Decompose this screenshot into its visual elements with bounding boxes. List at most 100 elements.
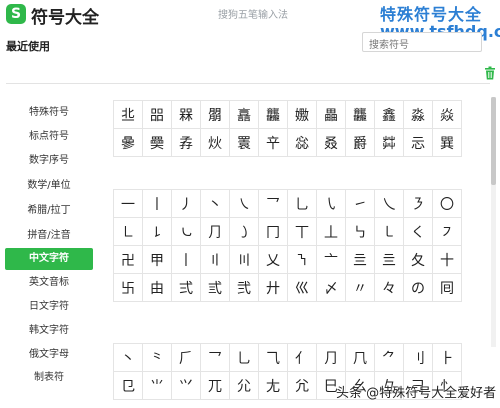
symbol-cell[interactable]: 叒 [316,128,346,157]
symbol-cell[interactable]: 〣 [229,245,259,274]
symbol-cell[interactable]: ⺆ [200,217,230,246]
symbol-cell[interactable]: 夂 [403,245,433,274]
symbol-cell[interactable]: 一 [113,189,143,218]
symbol-cell[interactable]: 丅 [287,217,317,246]
sidebar-item[interactable]: 数学/单位 [5,175,93,197]
symbol-cell[interactable]: ㇏ [229,189,259,218]
symbol-cell[interactable]: の [403,273,433,302]
symbol-cell[interactable]: 曑 [113,128,143,157]
sidebar-item[interactable]: 特殊符号 [5,102,93,124]
sidebar-item[interactable]: 韩文字符 [5,320,93,342]
symbol-cell[interactable]: 忈 [403,128,433,157]
symbol-cell[interactable]: ⺃ [229,343,259,372]
symbol-cell[interactable]: ㇗ [113,217,143,246]
symbol-cell[interactable]: 龘 [345,100,375,129]
sidebar-item[interactable]: 日文字符 [5,296,93,318]
symbol-cell[interactable]: ⺊ [432,343,462,372]
symbol-cell[interactable]: ⺀ [142,343,172,372]
symbol-cell[interactable]: 由 [142,273,172,302]
symbol-cell[interactable]: ⺂ [200,343,230,372]
search-box[interactable] [362,32,482,55]
symbol-cell[interactable]: 丠 [113,100,143,129]
symbol-cell[interactable]: ⺈ [374,343,404,372]
sidebar-item[interactable]: 拼音/注音 [5,225,93,247]
symbol-cell[interactable]: 〇 [432,189,462,218]
symbol-cell[interactable]: 卍 [113,245,143,274]
sidebar-item[interactable]: 希腊/拉丁 [5,200,93,222]
symbol-cell[interactable]: ㇃ [171,217,201,246]
symbol-cell[interactable]: ⺌ [142,371,172,400]
symbol-cell[interactable]: 亖 [345,245,375,274]
search-input[interactable] [363,36,481,55]
symbol-cell[interactable]: ⺉ [403,343,433,372]
symbol-cell[interactable]: 乛 [258,189,288,218]
symbol-cell[interactable]: 畾 [316,100,346,129]
symbol-cell[interactable]: ㇋ [403,189,433,218]
symbol-cell[interactable]: 乚 [287,189,317,218]
symbol-cell[interactable]: 瞏 [229,128,259,157]
symbol-cell[interactable]: 卐 [113,273,143,302]
symbol-cell[interactable]: 焱 [432,100,462,129]
symbol-cell[interactable]: 龘 [258,100,288,129]
symbol-cell[interactable]: 乂 [258,245,288,274]
symbol-cell[interactable]: 々 [374,273,404,302]
sidebar-item[interactable]: 标点符号 [5,126,93,148]
symbol-cell[interactable]: 㗊 [142,100,172,129]
symbol-cell[interactable]: ⺐ [258,371,288,400]
symbol-cell[interactable]: 甲 [142,245,172,274]
symbol-cell[interactable]: 十 [432,245,462,274]
symbol-cell[interactable]: ⺅ [287,343,317,372]
symbol-cell[interactable]: 亖 [374,245,404,274]
symbol-cell[interactable]: ㇁ [229,217,259,246]
symbol-cell[interactable]: 孨 [171,128,201,157]
symbol-cell[interactable]: 爵 [345,128,375,157]
symbol-cell[interactable]: 囘 [432,273,462,302]
symbol-cell[interactable]: 炏 [200,128,230,157]
symbol-cell[interactable]: ⺎ [200,371,230,400]
scrollbar-thumb[interactable] [491,97,496,185]
symbol-cell[interactable]: ⺆ [316,343,346,372]
symbol-cell[interactable]: ⺍ [171,371,201,400]
symbol-cell[interactable]: 丨 [142,189,172,218]
symbol-cell[interactable]: 弍 [171,273,201,302]
symbol-cell[interactable]: 譶 [229,100,259,129]
symbol-cell[interactable]: 〢 [200,245,230,274]
symbol-cell[interactable]: 巛 [287,273,317,302]
symbol-cell[interactable]: 朤 [200,100,230,129]
symbol-cell[interactable]: 茻 [374,128,404,157]
symbol-cell[interactable]: ⺁ [171,343,201,372]
symbol-cell[interactable]: 亠 [316,245,346,274]
symbol-cell[interactable]: ㇇ [432,217,462,246]
symbol-cell[interactable]: ㇄ [374,217,404,246]
symbol-cell[interactable]: 丿 [171,189,201,218]
symbol-cell[interactable]: ⺇ [345,343,375,372]
symbol-cell[interactable]: 奰 [142,128,172,157]
symbol-cell[interactable]: ㇂ [316,189,346,218]
symbol-cell[interactable]: 淼 [403,100,433,129]
symbol-cell[interactable]: く [403,217,433,246]
symbol-cell[interactable]: 巽 [432,128,462,157]
symbol-cell[interactable]: ⺄ [258,343,288,372]
sidebar-item[interactable]: 英文音标 [5,272,93,294]
symbol-cell[interactable]: ㇙ [142,217,172,246]
symbol-cell[interactable]: 丨 [171,245,201,274]
symbol-cell[interactable]: ㇉ [345,217,375,246]
sidebar-item[interactable]: 制表符 [5,367,93,389]
symbol-cell[interactable]: ㇀ [345,189,375,218]
symbol-cell[interactable]: 廾 [258,273,288,302]
symbol-cell[interactable]: 槑 [171,100,201,129]
sidebar-item[interactable]: 中文字符 [5,248,93,270]
symbol-cell[interactable]: ⺑ [287,371,317,400]
symbol-cell[interactable]: 冂 [258,217,288,246]
symbol-cell[interactable]: 惢 [287,128,317,157]
symbol-cell[interactable]: 乀 [374,189,404,218]
sidebar-item[interactable]: 俄文字母 [5,344,93,366]
symbol-cell[interactable]: ⺏ [229,371,259,400]
symbol-cell[interactable]: 䇂 [258,128,288,157]
symbol-cell[interactable]: 鑫 [374,100,404,129]
symbol-cell[interactable]: 〃 [345,273,375,302]
symbol-cell[interactable]: 嫐 [287,100,317,129]
symbol-cell[interactable]: 〆 [316,273,346,302]
sidebar-item[interactable]: 数字序号 [5,150,93,172]
symbol-cell[interactable]: 弐 [229,273,259,302]
